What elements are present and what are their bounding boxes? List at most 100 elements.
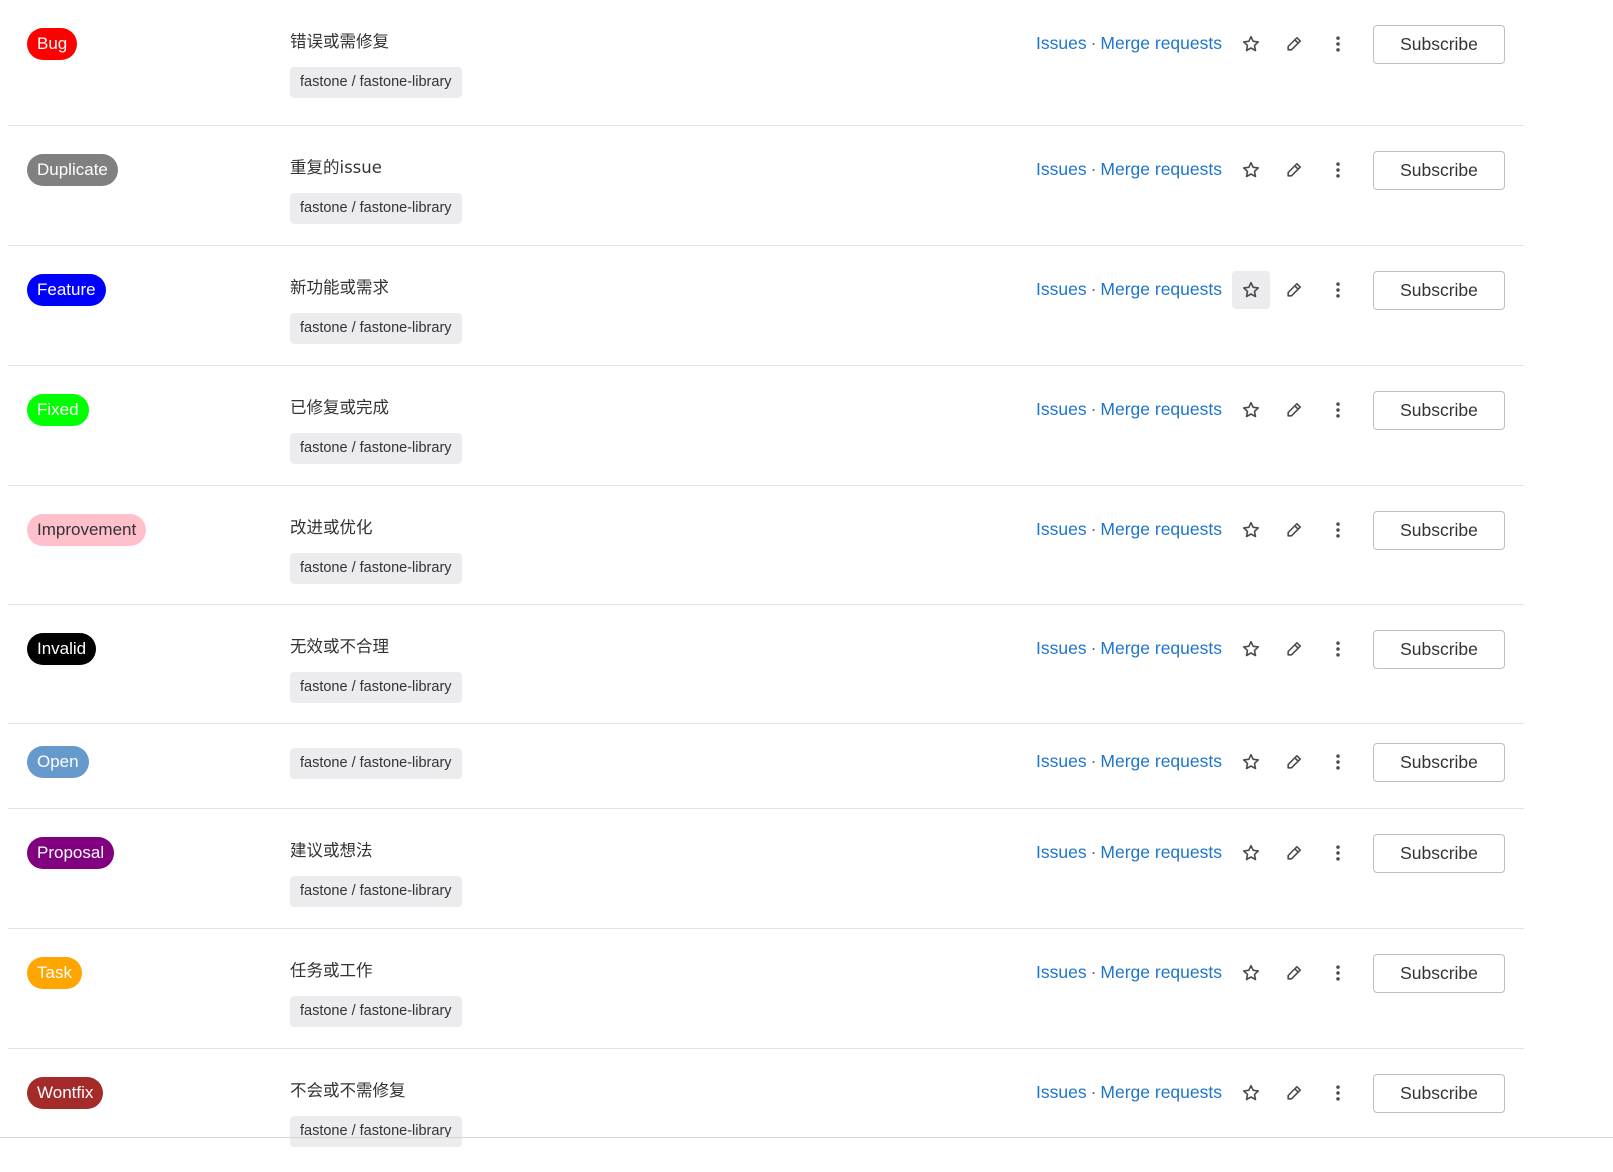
- edit-button[interactable]: [1275, 834, 1313, 872]
- merge-requests-link[interactable]: Merge requests: [1100, 962, 1222, 982]
- edit-button[interactable]: [1275, 954, 1313, 992]
- more-actions-button[interactable]: [1319, 151, 1357, 189]
- label-row-wontfix: Wontfix 不会或不需修复 fastone / fastone-librar…: [8, 1049, 1524, 1149]
- label-description: 不会或不需修复: [290, 1081, 406, 1100]
- star-button[interactable]: [1232, 511, 1270, 549]
- edit-button[interactable]: [1275, 743, 1313, 781]
- issues-link[interactable]: Issues: [1036, 1082, 1087, 1102]
- star-button[interactable]: [1232, 743, 1270, 781]
- edit-button[interactable]: [1275, 151, 1313, 189]
- label-badge[interactable]: Duplicate: [27, 154, 118, 186]
- subscribe-button[interactable]: Subscribe: [1373, 743, 1505, 782]
- edit-button[interactable]: [1275, 391, 1313, 429]
- star-button[interactable]: [1232, 954, 1270, 992]
- more-actions-button[interactable]: [1319, 743, 1357, 781]
- more-actions-button[interactable]: [1319, 630, 1357, 668]
- label-badge[interactable]: Fixed: [27, 394, 89, 426]
- pencil-icon: [1287, 282, 1302, 297]
- pencil-icon: [1287, 965, 1302, 980]
- subscribe-button[interactable]: Subscribe: [1373, 25, 1505, 64]
- more-actions-button[interactable]: [1319, 391, 1357, 429]
- label-badge[interactable]: Wontfix: [27, 1077, 104, 1109]
- vertical-ellipsis-icon: [1336, 965, 1340, 981]
- label-badge[interactable]: Improvement: [27, 514, 147, 546]
- subscribe-button[interactable]: Subscribe: [1373, 151, 1505, 190]
- pencil-icon: [1287, 36, 1302, 51]
- issues-link[interactable]: Issues: [1036, 519, 1087, 539]
- label-description: 错误或需修复: [290, 32, 389, 51]
- issues-link[interactable]: Issues: [1036, 962, 1087, 982]
- merge-requests-link[interactable]: Merge requests: [1100, 1082, 1222, 1102]
- label-links: Issues · Merge requests: [1036, 636, 1222, 660]
- subscribe-button[interactable]: Subscribe: [1373, 954, 1505, 993]
- edit-button[interactable]: [1275, 630, 1313, 668]
- project-path: fastone / fastone-library: [290, 67, 462, 98]
- label-links: Issues · Merge requests: [1036, 517, 1222, 541]
- label-badge[interactable]: Proposal: [27, 837, 115, 869]
- merge-requests-link[interactable]: Merge requests: [1100, 519, 1222, 539]
- star-button[interactable]: [1232, 25, 1270, 63]
- star-button[interactable]: [1232, 1074, 1270, 1112]
- vertical-ellipsis-icon: [1336, 522, 1340, 538]
- star-button[interactable]: [1232, 834, 1270, 872]
- edit-button[interactable]: [1275, 511, 1313, 549]
- edit-button[interactable]: [1275, 271, 1313, 309]
- project-path: fastone / fastone-library: [290, 433, 462, 464]
- star-button[interactable]: [1232, 271, 1270, 309]
- issues-link[interactable]: Issues: [1036, 33, 1087, 53]
- more-actions-button[interactable]: [1319, 834, 1357, 872]
- more-actions-button[interactable]: [1319, 25, 1357, 63]
- merge-requests-link[interactable]: Merge requests: [1100, 279, 1222, 299]
- issues-link[interactable]: Issues: [1036, 399, 1087, 419]
- label-badge[interactable]: Invalid: [27, 633, 97, 665]
- issues-link[interactable]: Issues: [1036, 842, 1087, 862]
- issues-link[interactable]: Issues: [1036, 751, 1087, 771]
- project-path: fastone / fastone-library: [290, 553, 462, 584]
- merge-requests-link[interactable]: Merge requests: [1100, 638, 1222, 658]
- more-actions-button[interactable]: [1319, 1074, 1357, 1112]
- merge-requests-link[interactable]: Merge requests: [1100, 33, 1222, 53]
- subscribe-button[interactable]: Subscribe: [1373, 391, 1505, 430]
- star-button[interactable]: [1232, 391, 1270, 429]
- merge-requests-link[interactable]: Merge requests: [1100, 159, 1222, 179]
- label-badge[interactable]: Open: [27, 746, 89, 778]
- project-path: fastone / fastone-library: [290, 996, 462, 1027]
- pencil-icon: [1287, 402, 1302, 417]
- more-actions-button[interactable]: [1319, 954, 1357, 992]
- vertical-ellipsis-icon: [1336, 282, 1340, 298]
- star-icon: [1242, 964, 1260, 981]
- label-row-proposal: Proposal 建议或想法 fastone / fastone-library…: [8, 809, 1524, 929]
- project-path: fastone / fastone-library: [290, 313, 462, 344]
- issues-link[interactable]: Issues: [1036, 279, 1087, 299]
- label-description: 建议或想法: [290, 841, 373, 860]
- star-icon: [1242, 640, 1260, 657]
- merge-requests-link[interactable]: Merge requests: [1100, 399, 1222, 419]
- issues-link[interactable]: Issues: [1036, 159, 1087, 179]
- link-separator: ·: [1090, 519, 1097, 539]
- merge-requests-link[interactable]: Merge requests: [1100, 751, 1222, 771]
- star-button[interactable]: [1232, 151, 1270, 189]
- label-row-invalid: Invalid 无效或不合理 fastone / fastone-library…: [8, 605, 1524, 724]
- vertical-ellipsis-icon: [1336, 162, 1340, 178]
- more-actions-button[interactable]: [1319, 511, 1357, 549]
- subscribe-button[interactable]: Subscribe: [1373, 271, 1505, 310]
- subscribe-button[interactable]: Subscribe: [1373, 630, 1505, 669]
- label-badge[interactable]: Bug: [27, 28, 78, 60]
- vertical-ellipsis-icon: [1336, 845, 1340, 861]
- label-row-open: Open fastone / fastone-library Issues · Me…: [8, 724, 1524, 809]
- link-separator: ·: [1090, 751, 1097, 771]
- subscribe-button[interactable]: Subscribe: [1373, 834, 1505, 873]
- edit-button[interactable]: [1275, 1074, 1313, 1112]
- more-actions-button[interactable]: [1319, 271, 1357, 309]
- issues-link[interactable]: Issues: [1036, 638, 1087, 658]
- label-links: Issues · Merge requests: [1036, 749, 1222, 773]
- subscribe-button[interactable]: Subscribe: [1373, 1074, 1505, 1113]
- star-button[interactable]: [1232, 630, 1270, 668]
- pencil-icon: [1287, 845, 1302, 860]
- star-icon: [1242, 161, 1260, 178]
- merge-requests-link[interactable]: Merge requests: [1100, 842, 1222, 862]
- label-badge[interactable]: Feature: [27, 274, 106, 306]
- label-badge[interactable]: Task: [27, 957, 82, 989]
- subscribe-button[interactable]: Subscribe: [1373, 511, 1505, 550]
- edit-button[interactable]: [1275, 25, 1313, 63]
